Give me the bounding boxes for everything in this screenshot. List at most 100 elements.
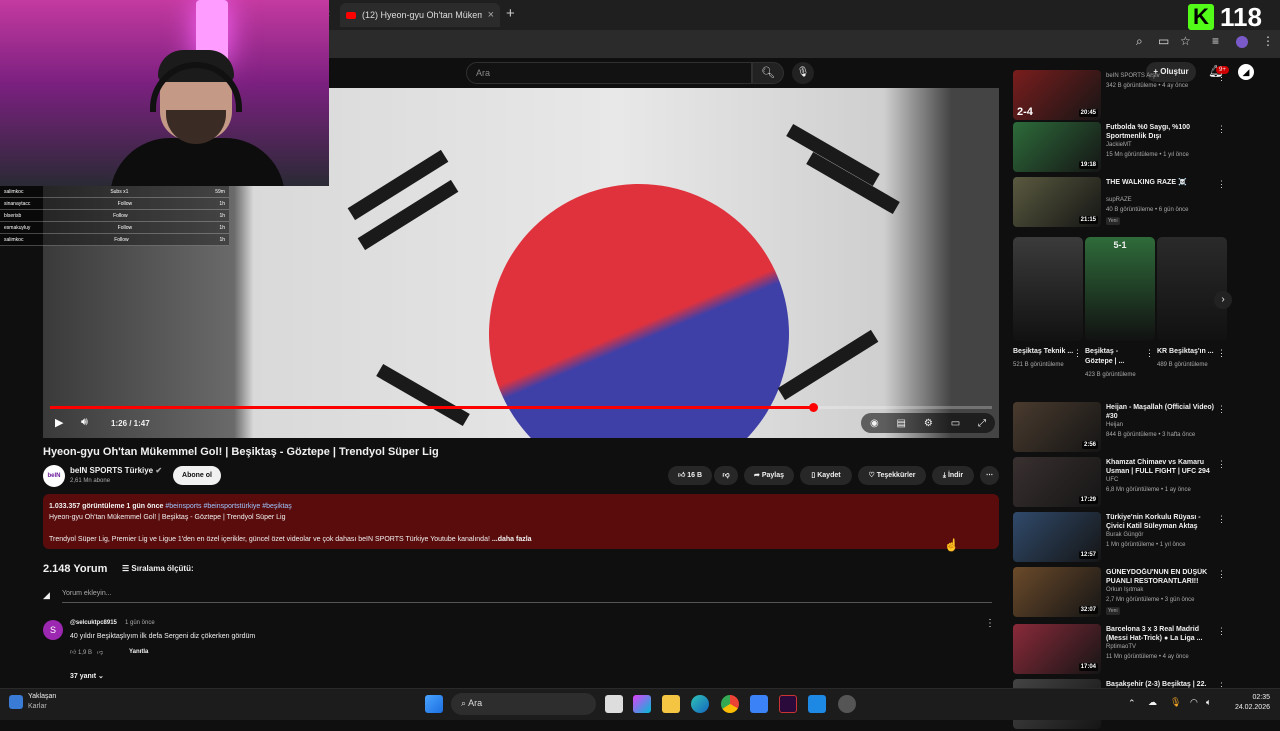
- tab-close-icon[interactable]: ×: [488, 9, 494, 21]
- autoplay-toggle-icon[interactable]: ◉: [870, 418, 879, 429]
- browser-menu-icon[interactable]: ⋮: [1262, 34, 1274, 48]
- voice-search-button[interactable]: 🎙︎: [792, 62, 814, 84]
- download-button[interactable]: ⤓ İndir: [932, 466, 974, 485]
- short-more-icon[interactable]: ⋮: [1217, 348, 1226, 359]
- taskbar-clock[interactable]: 02:35 24.02.2026: [1226, 693, 1270, 713]
- related-video-channel[interactable]: Burak Güngör: [1106, 532, 1143, 538]
- more-options-icon[interactable]: ⋮: [1217, 124, 1226, 135]
- play-icon[interactable]: ▶: [55, 416, 63, 429]
- cast-icon[interactable]: ▭: [1158, 34, 1169, 48]
- thumbs-down-icon[interactable]: 👎︎: [97, 650, 103, 656]
- copilot-icon[interactable]: [633, 695, 651, 713]
- video-thumbnail[interactable]: 12:57: [1013, 512, 1101, 562]
- related-video-item[interactable]: 2:56 Heijan - Maşallah (Official Video) #…: [1013, 402, 1228, 454]
- volume-icon[interactable]: 🔊︎: [81, 416, 88, 429]
- short-title[interactable]: Beşiktaş - Göztepe | ...: [1085, 347, 1147, 367]
- wifi-icon[interactable]: ◠: [1190, 697, 1198, 708]
- related-video-title[interactable]: Heijan - Maşallah (Official Video) #30: [1106, 403, 1214, 421]
- tray-overflow-icon[interactable]: ⌃: [1128, 698, 1136, 709]
- more-options-icon[interactable]: ⋮: [1217, 626, 1226, 637]
- more-options-icon[interactable]: ⋮: [1217, 514, 1226, 525]
- comment-author[interactable]: @selcuktpc8915: [70, 620, 117, 626]
- add-comment-input[interactable]: Yorum ekleyin...: [62, 590, 992, 603]
- related-video-item[interactable]: 2-4 20:45 beIN SPORTS Arşiv 342 B görüntüle…: [1013, 70, 1228, 122]
- channel-name[interactable]: beIN SPORTS Türkiye ✔: [70, 466, 162, 475]
- subtitles-icon[interactable]: ▤: [897, 418, 906, 429]
- subscribe-button[interactable]: Abone ol: [173, 466, 221, 485]
- related-video-title[interactable]: Türkiye'nin Korkulu Rüyası - Çivici Kati…: [1106, 513, 1214, 531]
- short-title[interactable]: KR Beşiktaş'ın ...: [1157, 347, 1219, 357]
- short-info[interactable]: Beşiktaş Teknik ... 521 B görüntüleme: [1013, 347, 1075, 370]
- search-button[interactable]: 🔍︎: [752, 62, 784, 84]
- store-icon[interactable]: [750, 695, 768, 713]
- related-video-title[interactable]: GÜNEYDOĞU'NUN EN DÜŞÜK PUANLI RESTORANTL…: [1106, 568, 1214, 586]
- save-button[interactable]: ▯ Kaydet: [800, 466, 852, 485]
- video-thumbnail[interactable]: 32:07: [1013, 567, 1101, 617]
- comment-like-button[interactable]: 👍︎ 1,9 B 👎︎: [70, 648, 103, 656]
- app-icon[interactable]: [779, 695, 797, 713]
- more-actions-button[interactable]: ⋯: [980, 466, 999, 485]
- related-video-item[interactable]: 12:57 Türkiye'nin Korkulu Rüyası - Çivici…: [1013, 512, 1228, 564]
- video-thumbnail[interactable]: 2-4 20:45: [1013, 70, 1101, 120]
- related-video-channel[interactable]: supRAZE: [1106, 197, 1132, 203]
- more-options-icon[interactable]: ⋮: [1217, 179, 1226, 190]
- zoom-icon[interactable]: ⌕: [1136, 34, 1143, 49]
- related-video-channel[interactable]: JackieMT: [1106, 142, 1132, 148]
- fullscreen-icon[interactable]: ⤢: [978, 418, 986, 429]
- show-more-link[interactable]: ...daha fazla: [492, 536, 532, 543]
- more-options-icon[interactable]: ⋮: [1217, 404, 1226, 415]
- share-button[interactable]: ➦ Paylaş: [744, 466, 794, 485]
- sort-comments-button[interactable]: ☰ Sıralama ölçütü:: [122, 564, 194, 573]
- video-progress-bar[interactable]: [50, 403, 992, 412]
- short-info[interactable]: KR Beşiktaş'ın ... 489 B görüntüleme: [1157, 347, 1219, 370]
- related-video-title[interactable]: Barcelona 3 x 3 Real Madrid (Messi Hat-T…: [1106, 625, 1214, 643]
- view-replies-button[interactable]: 37 yanıt ⌄: [70, 672, 104, 680]
- theater-mode-icon[interactable]: ▭: [951, 418, 960, 429]
- short-thumbnail[interactable]: [1013, 237, 1083, 341]
- related-video-item[interactable]: 17:29 Khamzat Chimaev vs Kamaru Usman | F…: [1013, 457, 1228, 509]
- photos-icon[interactable]: [808, 695, 826, 713]
- task-view-icon[interactable]: [605, 695, 623, 713]
- onedrive-icon[interactable]: ☁: [1148, 697, 1157, 708]
- video-thumbnail[interactable]: 21:15: [1013, 177, 1101, 227]
- browser-tab-active[interactable]: (12) Hyeon-gyu Oh'tan Mükem ×: [340, 3, 500, 27]
- comment-avatar[interactable]: S: [43, 620, 63, 640]
- more-options-icon[interactable]: ⋮: [1217, 569, 1226, 580]
- more-options-icon[interactable]: ⋮: [1217, 459, 1226, 470]
- related-video-channel[interactable]: RptimaoTV: [1106, 644, 1136, 650]
- comment-more-icon[interactable]: ⋮: [985, 618, 995, 629]
- volume-tray-icon[interactable]: 🔈︎: [1206, 697, 1211, 708]
- search-input[interactable]: Ara: [466, 62, 752, 84]
- file-explorer-icon[interactable]: [662, 695, 680, 713]
- dislike-button[interactable]: 👎︎: [714, 466, 738, 485]
- related-video-item[interactable]: 19:18 Futbolda %0 Saygı, %100 Sportmenlik…: [1013, 122, 1228, 174]
- new-tab-button[interactable]: +: [506, 5, 515, 22]
- reply-button[interactable]: Yanıtla: [129, 649, 148, 655]
- short-thumbnail[interactable]: 5-1: [1085, 237, 1155, 341]
- related-video-item[interactable]: 21:15 THE WALKING RAZE ☠️ supRAZE 40 B görü…: [1013, 177, 1228, 229]
- video-thumbnail[interactable]: 2:56: [1013, 402, 1101, 452]
- taskbar-search[interactable]: ⌕ Ara: [451, 693, 596, 715]
- related-video-title[interactable]: Khamzat Chimaev vs Kamaru Usman | FULL F…: [1106, 458, 1214, 476]
- settings-app-icon[interactable]: [838, 695, 856, 713]
- short-more-icon[interactable]: ⋮: [1145, 348, 1154, 359]
- short-more-icon[interactable]: ⋮: [1073, 348, 1082, 359]
- thanks-button[interactable]: ♡ Teşekkürler: [858, 466, 926, 485]
- shorts-next-chevron-icon[interactable]: ›: [1214, 291, 1232, 309]
- windows-start-icon[interactable]: [425, 695, 443, 713]
- related-video-channel[interactable]: UFC: [1106, 477, 1118, 483]
- profile-icon[interactable]: [1236, 36, 1248, 48]
- video-thumbnail[interactable]: 19:18: [1013, 122, 1101, 172]
- related-video-title[interactable]: Futbolda %0 Saygı, %100 Sportmenlik Dışı: [1106, 123, 1214, 141]
- short-thumbnail[interactable]: [1157, 237, 1227, 341]
- short-info[interactable]: Beşiktaş - Göztepe | ... 423 B görüntülem…: [1085, 347, 1147, 380]
- related-video-channel[interactable]: Heijan: [1106, 422, 1123, 428]
- like-button[interactable]: 👍︎ 16 B: [668, 466, 712, 485]
- related-video-item[interactable]: 17:04 Barcelona 3 x 3 Real Madrid (Messi …: [1013, 624, 1228, 676]
- bookmark-star-icon[interactable]: ☆: [1180, 34, 1191, 48]
- chrome-icon[interactable]: [721, 695, 739, 713]
- microphone-tray-icon[interactable]: 🎙︎: [1170, 697, 1181, 708]
- edge-icon[interactable]: [691, 695, 709, 713]
- short-title[interactable]: Beşiktaş Teknik ...: [1013, 347, 1075, 357]
- progress-scrubber[interactable]: [809, 403, 819, 412]
